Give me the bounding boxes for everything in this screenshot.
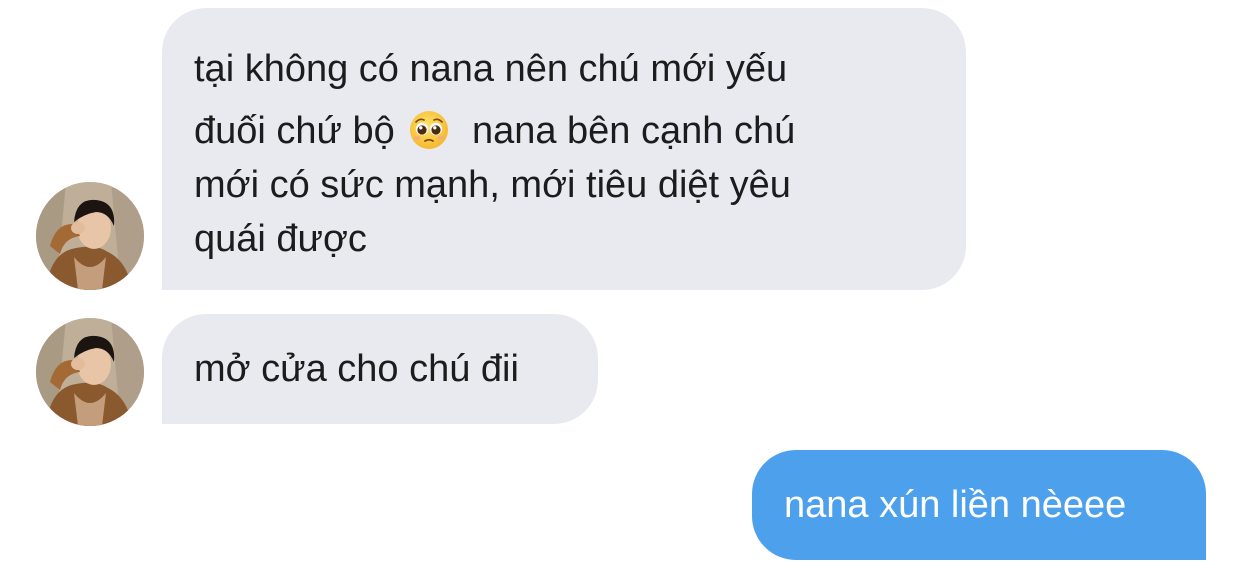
- message-text-line: mới có sức mạnh, mới tiêu diệt yêu: [194, 164, 791, 206]
- message-text-line: tại không có nana nên chú mới yếu: [194, 48, 788, 90]
- contact-avatar[interactable]: [36, 182, 144, 290]
- message-text-segment: đuối chứ bộ: [194, 110, 395, 152]
- message-text-segment: nana bên cạnh chú: [471, 110, 796, 152]
- message-text-line: quái được: [194, 218, 367, 260]
- contact-avatar[interactable]: [36, 318, 144, 426]
- avatar-photo-icon: [36, 318, 144, 426]
- message-text-line: mở cửa cho chú đii: [194, 348, 519, 390]
- incoming-message-bubble[interactable]: mở cửa cho chú đii: [162, 314, 598, 424]
- avatar-photo-icon: [36, 182, 144, 290]
- outgoing-message-bubble[interactable]: nana xún liền nèeee: [752, 450, 1206, 560]
- message-text-line: nana xún liền nèeee: [784, 484, 1127, 526]
- pleading-face-emoji-icon: [409, 110, 449, 150]
- message-text-line-with-emoji: đuối chứ bộ nana bên cạnh chú: [194, 104, 936, 158]
- incoming-message-bubble[interactable]: tại không có nana nên chú mới yếu đuối c…: [162, 8, 966, 290]
